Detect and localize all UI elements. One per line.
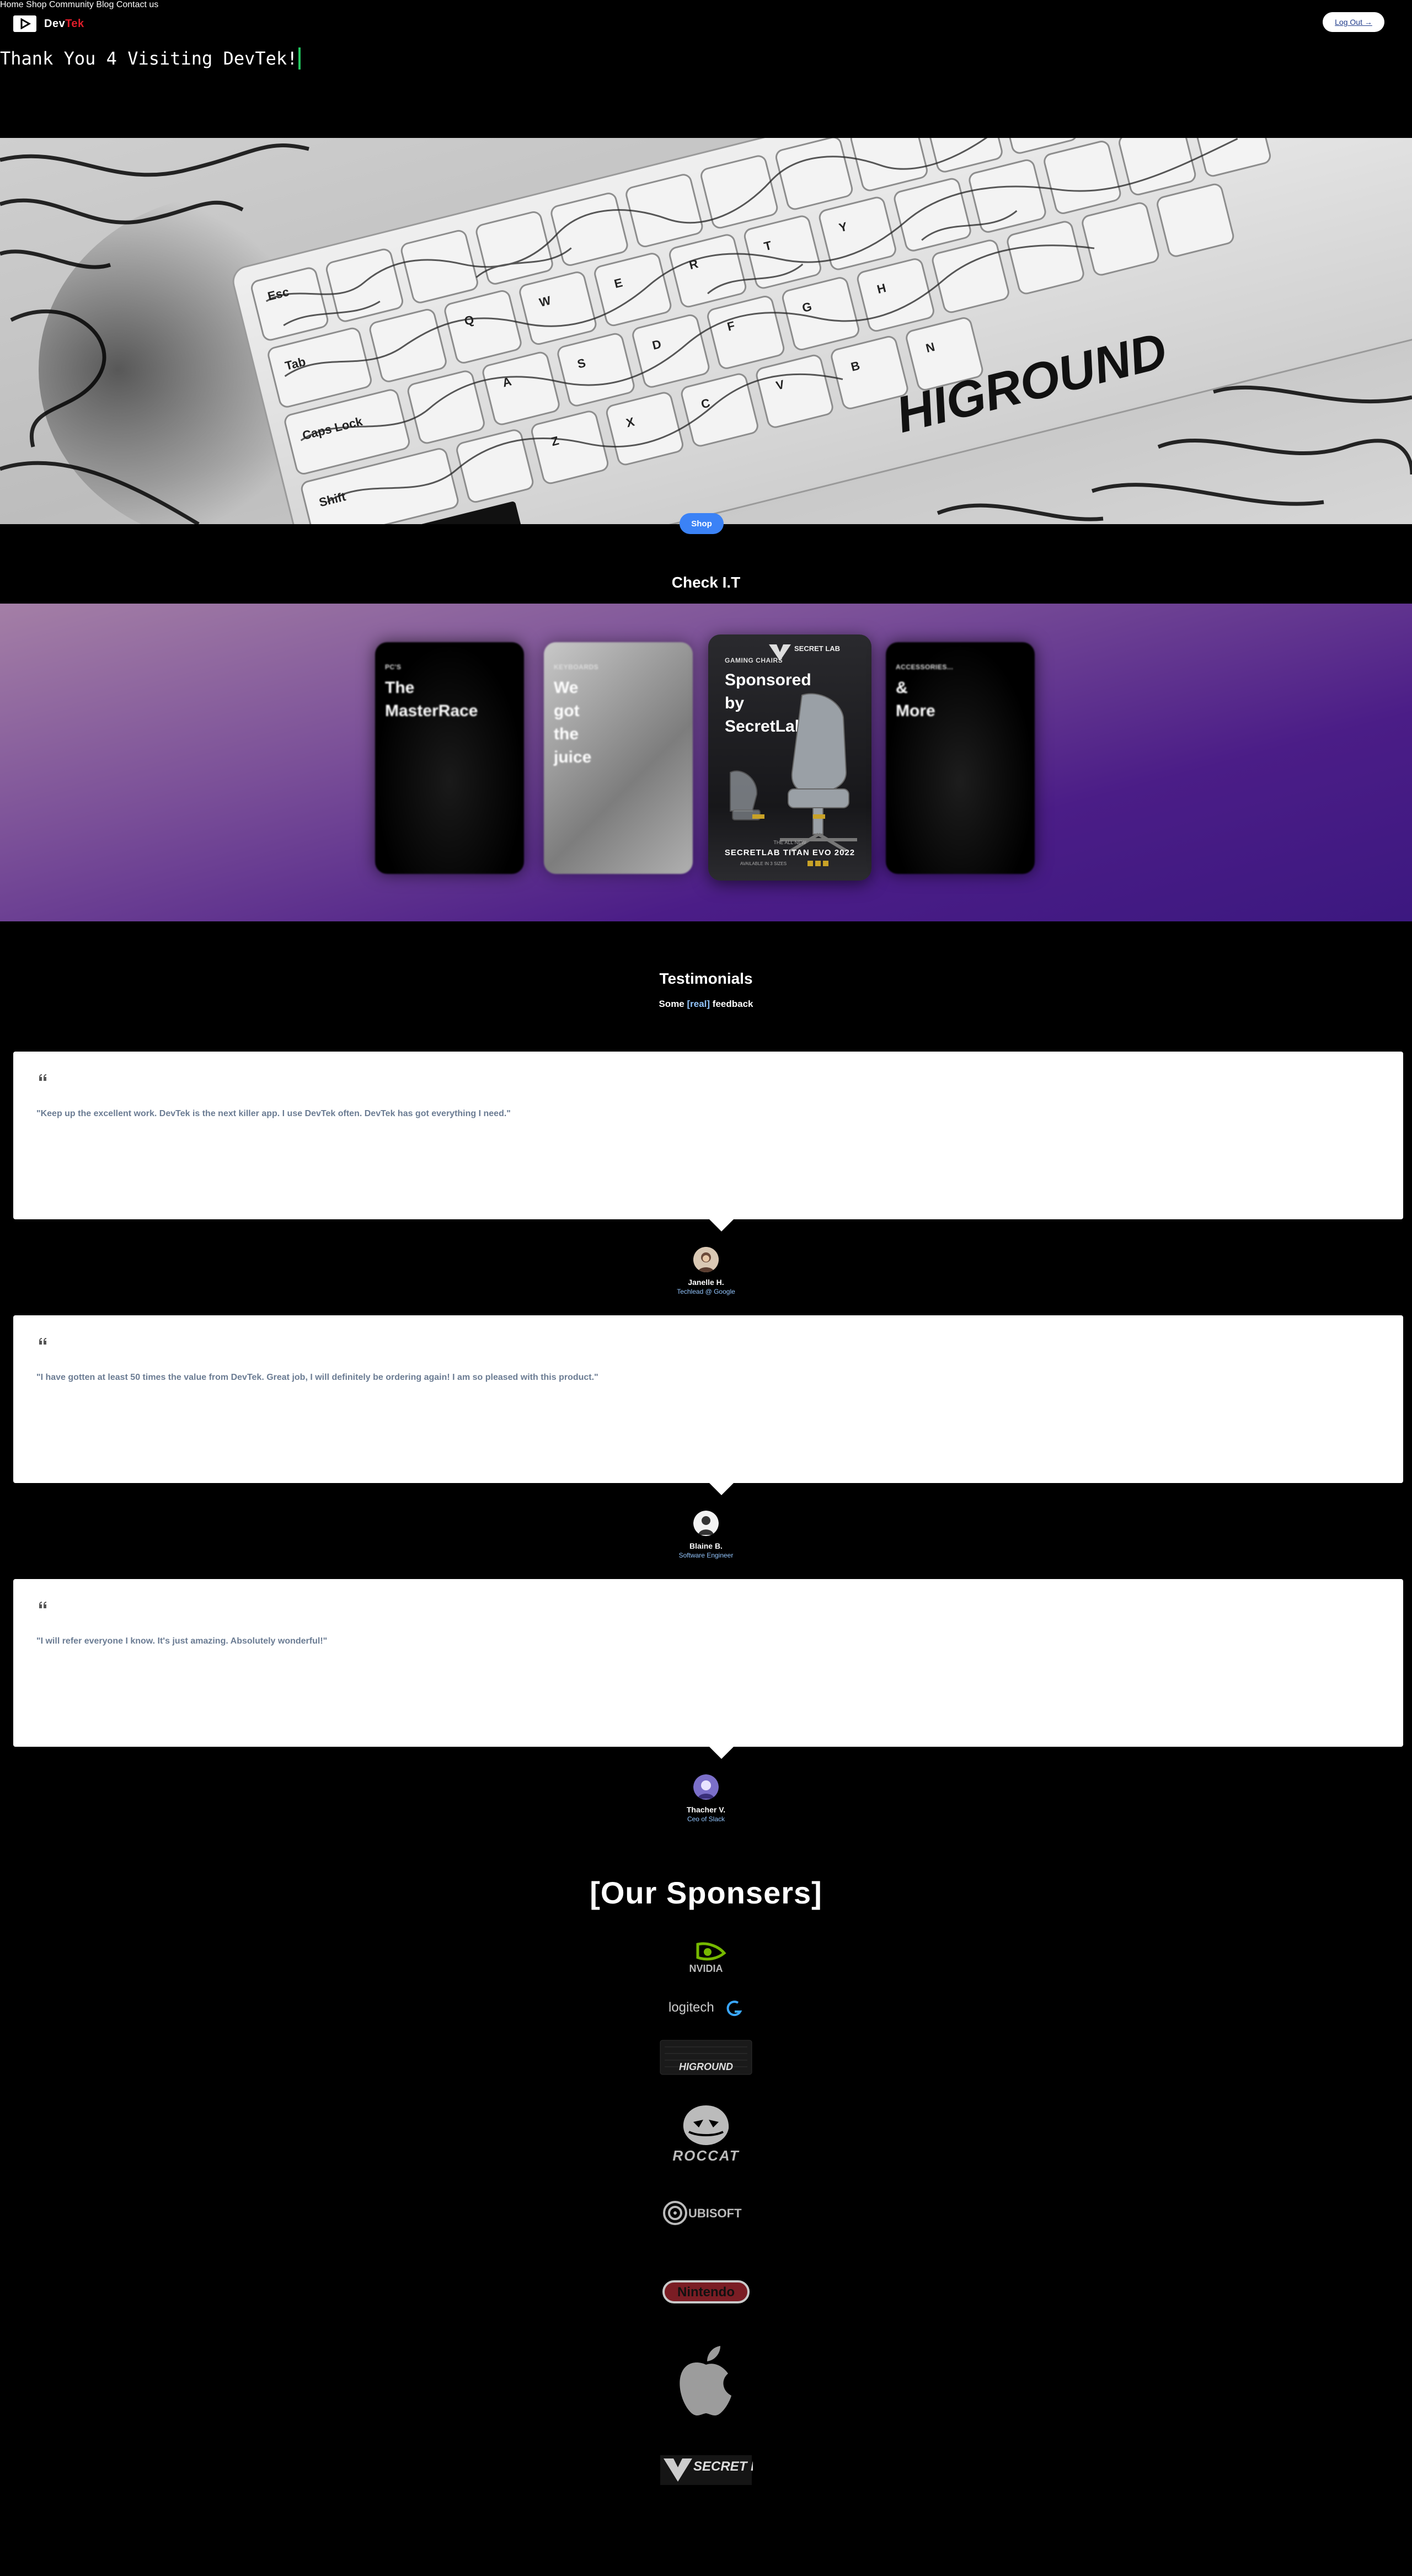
testimonial-author: Blaine B. Software Engineer	[0, 1511, 1412, 1559]
card-category: KEYBOARDS	[554, 663, 599, 671]
author-role: Techlead @ Google	[677, 1288, 735, 1295]
play-icon	[13, 15, 36, 32]
nav-blog[interactable]: Blog	[96, 0, 114, 9]
quote-icon	[39, 1338, 46, 1345]
quote-icon	[39, 1074, 46, 1081]
card-pcs[interactable]: PC'S The MasterRace	[375, 642, 524, 874]
svg-text:ROCCAT: ROCCAT	[672, 2147, 739, 2164]
typed-greeting: Thank You 4 Visiting DevTek!	[0, 47, 301, 70]
secretlab-logo-icon	[769, 644, 791, 661]
card-title: & More	[896, 679, 935, 720]
ubisoft-logo-icon: UBISOFT	[663, 2201, 742, 2225]
svg-text:NVIDIA: NVIDIA	[689, 1963, 723, 1974]
card-category: ACCESSORIES...	[896, 663, 954, 671]
testimonial-quote: "I will refer everyone I know. It's just…	[36, 1636, 328, 1646]
sponsor-nintendo[interactable]: Nintendo	[0, 2280, 1412, 2304]
card-accessories[interactable]: ACCESSORIES... & More	[886, 642, 1035, 874]
testimonial-author: Janelle H. Techlead @ Google	[0, 1247, 1412, 1295]
top-header: DevTek Home Shop Community Blog Contact …	[0, 0, 1412, 46]
nav-home[interactable]: Home	[0, 0, 24, 9]
sponsors-title: [Our Sponsers]	[590, 1875, 822, 1910]
author-name: Janelle H.	[688, 1278, 724, 1287]
secretlab-tagline: THE ALL NEW	[773, 840, 806, 845]
svg-text:Nintendo: Nintendo	[677, 2285, 735, 2300]
secretlab-logo-icon: SECRET LAB	[660, 2455, 753, 2485]
card-title: We got the juice	[554, 679, 592, 766]
apple-logo-icon	[680, 2346, 731, 2416]
typing-caret	[298, 47, 301, 70]
sponsor-ubisoft[interactable]: UBISOFT	[0, 2198, 1412, 2228]
main-nav: Home Shop Community Blog Contact us	[0, 0, 1412, 10]
card-title: The MasterRace	[385, 679, 478, 720]
speech-pointer	[709, 1747, 734, 1759]
testimonial-quote: "Keep up the excellent work. DevTek is t…	[36, 1109, 511, 1118]
higround-logo-icon: HIGROUND	[660, 2040, 752, 2075]
typed-text: Thank You 4 Visiting DevTek!	[0, 48, 298, 69]
testimonial-card: "I have gotten at least 50 times the val…	[13, 1315, 1403, 1495]
sponsor-roccat[interactable]: ROCCAT	[0, 2103, 1412, 2164]
svg-text:SECRET LAB: SECRET LAB	[693, 2459, 753, 2474]
testimonial-quote: "I have gotten at least 50 times the val…	[36, 1373, 598, 1382]
card-gaming-chairs[interactable]: GAMING CHAIRS Sponsored by SecretLab SEC…	[708, 634, 871, 881]
logout-button[interactable]: Log Out →	[1323, 12, 1384, 32]
testimonials-title: Testimonials	[659, 970, 753, 987]
nvidia-logo-icon: NVIDIA	[689, 1942, 726, 1974]
avatar	[693, 1247, 719, 1272]
author-role: Ceo of Slack	[687, 1815, 725, 1823]
author-name: Blaine B.	[689, 1542, 723, 1550]
category-cards-band: PC'S The MasterRace KEYBOARDS We got the…	[0, 604, 1412, 921]
nav-shop[interactable]: Shop	[26, 0, 46, 9]
svg-text:HIGROUND: HIGROUND	[679, 2061, 733, 2072]
secretlab-chair-image: SECRET LAB THE ALL NEW SECRETLAB TITAN E…	[725, 644, 857, 866]
sponsor-logitech[interactable]: logitech	[0, 1996, 1412, 2020]
secretlab-availability: AVAILABLE IN 3 SIZES	[740, 861, 787, 866]
speech-pointer	[709, 1483, 734, 1495]
author-name: Thacher V.	[686, 1805, 726, 1814]
svg-text:logitech: logitech	[668, 2000, 714, 2015]
sponsor-nvidia[interactable]: NVIDIA	[0, 1941, 1412, 1975]
testimonial-card: "I will refer everyone I know. It's just…	[13, 1579, 1403, 1759]
check-it-title: Check I.T	[671, 574, 741, 591]
avatar	[693, 1774, 719, 1800]
nav-community[interactable]: Community	[49, 0, 94, 9]
secretlab-card-logo: SECRET LAB	[794, 644, 840, 653]
nintendo-logo-icon: Nintendo	[662, 2280, 750, 2303]
svg-text:UBISOFT: UBISOFT	[688, 2206, 742, 2220]
avatar	[693, 1511, 719, 1536]
testimonial-card: "Keep up the excellent work. DevTek is t…	[13, 1052, 1403, 1231]
shop-button[interactable]: Shop	[680, 513, 724, 534]
author-role: Software Engineer	[678, 1551, 734, 1559]
sponsor-higround[interactable]: HIGROUND	[0, 2039, 1412, 2076]
quote-icon	[39, 1602, 46, 1608]
site-logo[interactable]: DevTek	[13, 15, 84, 32]
sponsor-apple[interactable]	[0, 2344, 1412, 2419]
secretlab-product: SECRETLAB TITAN EVO 2022	[725, 848, 855, 857]
testimonials-subtitle: Some [real] feedback	[659, 999, 753, 1009]
logitech-logo-icon: logitech	[668, 2000, 742, 2017]
roccat-logo-icon: ROCCAT	[672, 2105, 739, 2164]
card-category: PC'S	[385, 663, 402, 671]
card-keyboards[interactable]: KEYBOARDS We got the juice	[544, 642, 693, 874]
logo-text: DevTek	[44, 17, 84, 30]
testimonial-author: Thacher V. Ceo of Slack	[0, 1774, 1412, 1823]
nav-contact[interactable]: Contact us	[116, 0, 158, 9]
sponsor-secretlab[interactable]: SECRET LAB	[0, 2454, 1412, 2486]
keyboard-photo: Esc Tab Caps Lock Shift QWERTY ASDFGH ZX…	[0, 138, 1412, 524]
speech-pointer	[709, 1219, 734, 1231]
hero-keyboard-banner: Esc Tab Caps Lock Shift QWERTY ASDFGH ZX…	[0, 138, 1412, 524]
